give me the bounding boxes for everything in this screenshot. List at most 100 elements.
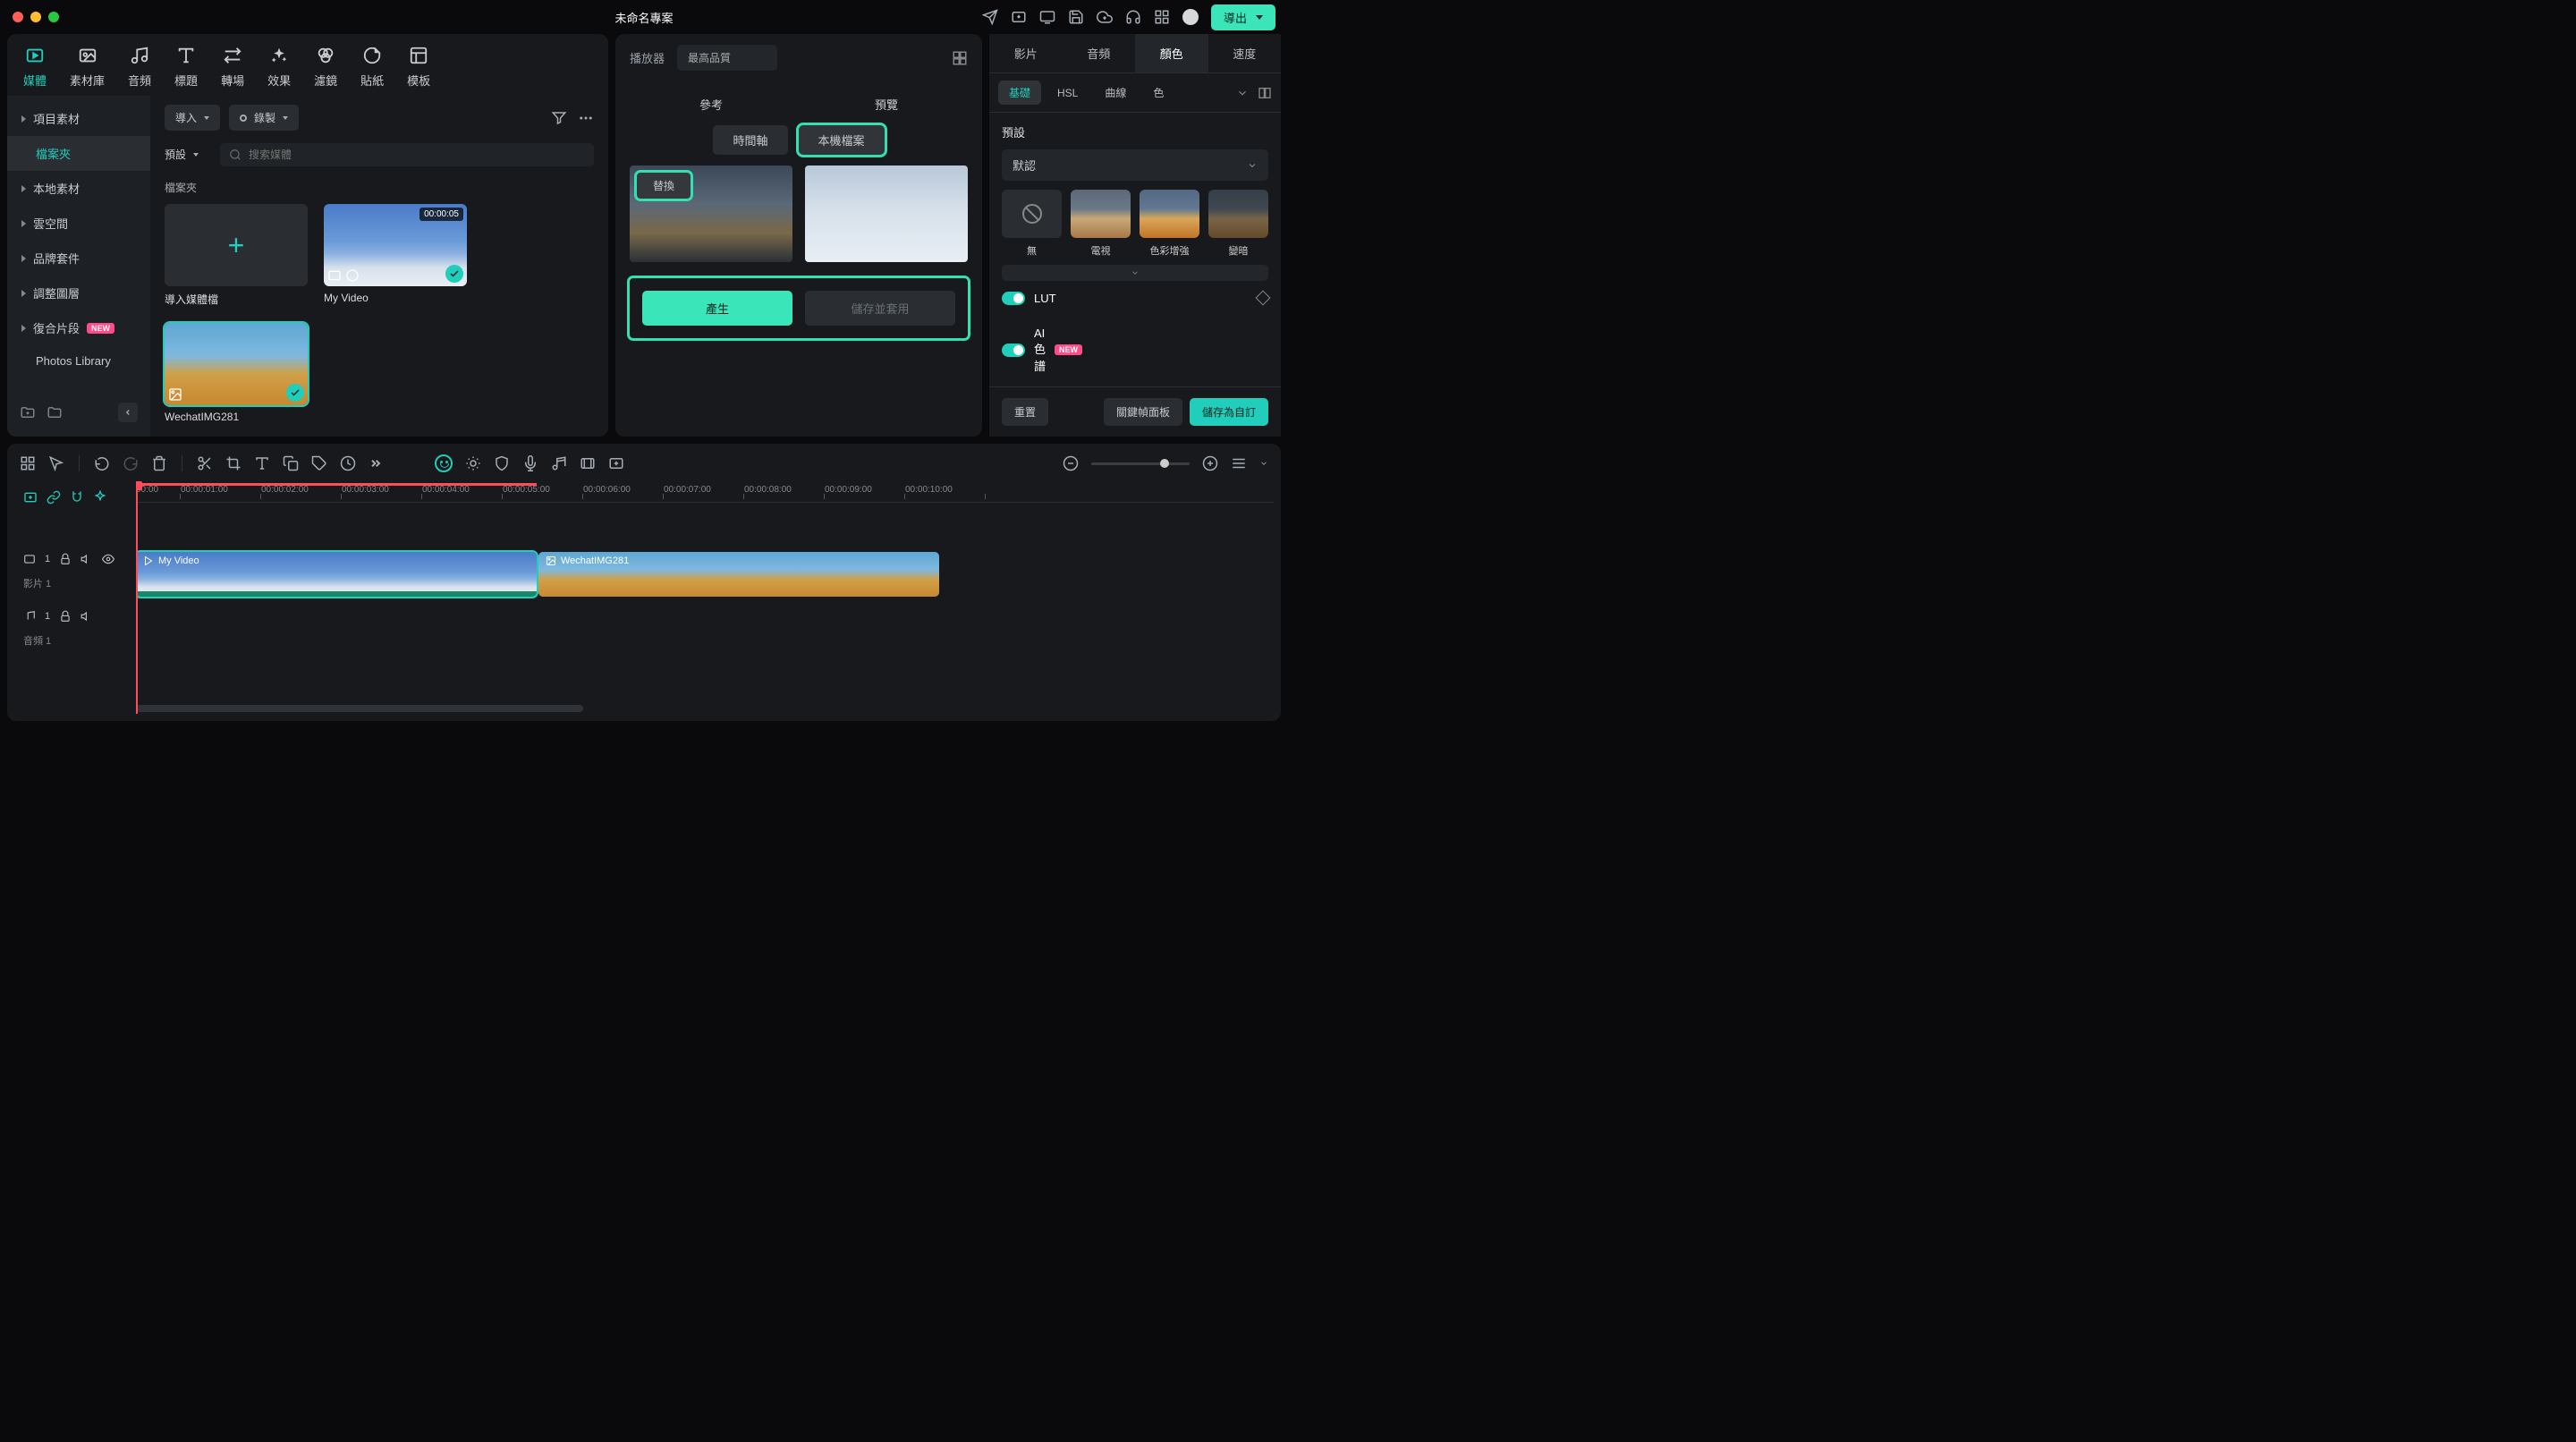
sidebar-item-cloud[interactable]: 雲空間 [7,206,150,241]
download-icon[interactable] [1011,9,1027,25]
import-media-tile[interactable]: + 導入媒體檔 [165,204,308,307]
save-custom-button[interactable]: 儲存為自訂 [1190,398,1268,426]
shield-icon[interactable] [494,455,510,471]
enhance-icon[interactable] [465,455,481,471]
sidebar-item-brand-kit[interactable]: 品牌套件 [7,241,150,276]
redo-icon[interactable] [123,455,139,471]
chevron-down-icon[interactable] [1259,459,1268,468]
color-tag-icon[interactable] [311,455,327,471]
timeline-clip-video[interactable]: My Video [136,552,537,597]
inspector-tab-audio[interactable]: 音頻 [1063,34,1136,72]
lock-icon[interactable] [59,553,72,565]
media-tile-video[interactable]: 00:00:05 My Video [324,204,467,307]
record-dropdown[interactable]: 錄製 [229,105,299,131]
filter-icon[interactable] [551,110,567,126]
undo-icon[interactable] [94,455,110,471]
new-folder-icon[interactable] [20,404,36,420]
zoom-slider[interactable] [1091,462,1190,465]
expand-presets[interactable] [1002,265,1268,281]
lock-icon[interactable] [59,610,72,623]
horizontal-scrollbar[interactable] [136,705,583,712]
zoom-out-icon[interactable] [1063,455,1079,471]
text-icon[interactable] [254,455,270,471]
more-tools-icon[interactable] [369,456,383,471]
sidebar-item-photos-library[interactable]: Photos Library [7,345,150,377]
collapse-sidebar-button[interactable] [118,403,138,422]
save-icon[interactable] [1068,9,1084,25]
tab-media[interactable]: 媒體 [23,45,47,89]
maximize-window-button[interactable] [48,12,59,22]
sidebar-item-adjustment[interactable]: 調整圖層 [7,276,150,310]
preset-enhance[interactable]: 色彩增強 [1140,190,1199,258]
tab-filter[interactable]: 濾鏡 [314,45,337,89]
sidebar-item-folders[interactable]: 檔案夾 [7,136,150,171]
chevron-down-icon[interactable] [1236,87,1249,99]
lut-toggle[interactable] [1002,292,1025,305]
inspector-tab-color[interactable]: 顏色 [1135,34,1208,72]
playhead[interactable] [136,481,138,714]
preset-selector[interactable]: 默認 [1002,149,1268,181]
user-avatar[interactable] [1182,9,1199,25]
marker-icon[interactable] [580,455,596,471]
grid-view-icon[interactable] [952,50,968,66]
save-apply-button[interactable]: 儲存並套用 [805,291,955,326]
color-sub-basic[interactable]: 基礎 [998,81,1041,105]
import-dropdown[interactable]: 導入 [165,105,220,131]
ai-color-toggle-row[interactable]: AI 色譜 NEW [1002,316,1268,385]
video-track-header[interactable]: 1 [21,549,129,569]
timeline-tracks-area[interactable]: 00:00 00:00:01:00 00:00:02:00 00:00:03:0… [136,481,1274,714]
send-icon[interactable] [982,9,998,25]
timeline-clip-image[interactable]: WechatIMG281 [538,552,939,597]
zoom-in-icon[interactable] [1202,455,1218,471]
color-sub-wheel[interactable]: 色 [1142,81,1174,105]
add-track-icon[interactable] [23,490,38,505]
compare-icon[interactable] [1258,86,1272,100]
keyframe-diamond-icon[interactable] [1256,291,1271,306]
monitor-icon[interactable] [1039,9,1055,25]
more-icon[interactable] [578,110,594,126]
preview-tab[interactable]: 預覽 [875,96,898,113]
ai-color-toggle[interactable] [1002,344,1025,357]
mic-icon[interactable] [522,455,538,471]
ref-source-timeline[interactable]: 時間軸 [713,125,787,155]
auto-ripple-icon[interactable] [93,490,107,505]
replace-button[interactable]: 替換 [637,173,691,199]
keyframe-panel-button[interactable]: 關鍵幀面板 [1104,398,1182,426]
speed-icon[interactable] [340,455,356,471]
link-clips-icon[interactable] [47,490,61,505]
close-window-button[interactable] [13,12,23,22]
search-input[interactable] [220,143,594,166]
mute-icon[interactable] [80,553,93,565]
add-marker-icon[interactable] [608,455,624,471]
folder-icon[interactable] [47,404,63,420]
headphones-icon[interactable] [1125,9,1141,25]
reference-image[interactable]: 替換 [630,165,792,262]
crop-icon[interactable] [225,455,242,471]
tab-stock[interactable]: 素材庫 [70,45,105,89]
sidebar-item-project-media[interactable]: 項目素材 [7,101,150,136]
sidebar-item-compound[interactable]: 復合片段NEW [7,310,150,345]
reset-button[interactable]: 重置 [1002,398,1048,426]
generate-button[interactable]: 產生 [642,291,792,326]
timeline-ruler[interactable]: 00:00 00:00:01:00 00:00:02:00 00:00:03:0… [136,481,1274,503]
audio-edit-icon[interactable] [551,455,567,471]
track-height-icon[interactable] [1231,455,1247,471]
cursor-icon[interactable] [48,455,64,471]
tab-transition[interactable]: 轉場 [221,45,244,89]
cut-icon[interactable] [197,455,213,471]
tab-template[interactable]: 模板 [407,45,430,89]
delete-icon[interactable] [151,455,167,471]
tab-sticker[interactable]: 貼紙 [360,45,384,89]
apps-grid-icon[interactable] [1154,9,1170,25]
preset-none[interactable]: 無 [1002,190,1062,258]
reference-tab[interactable]: 參考 [699,96,723,113]
preset-dropdown[interactable]: 預設 [165,141,209,167]
inspector-tab-speed[interactable]: 速度 [1208,34,1282,72]
sidebar-item-local-media[interactable]: 本地素材 [7,171,150,206]
cloud-icon[interactable] [1097,9,1113,25]
ref-source-local-file[interactable]: 本機檔案 [799,125,885,155]
layout-icon[interactable] [20,455,36,471]
magnet-icon[interactable] [70,490,84,505]
eye-icon[interactable] [102,553,114,565]
tab-title[interactable]: 標題 [174,45,198,89]
